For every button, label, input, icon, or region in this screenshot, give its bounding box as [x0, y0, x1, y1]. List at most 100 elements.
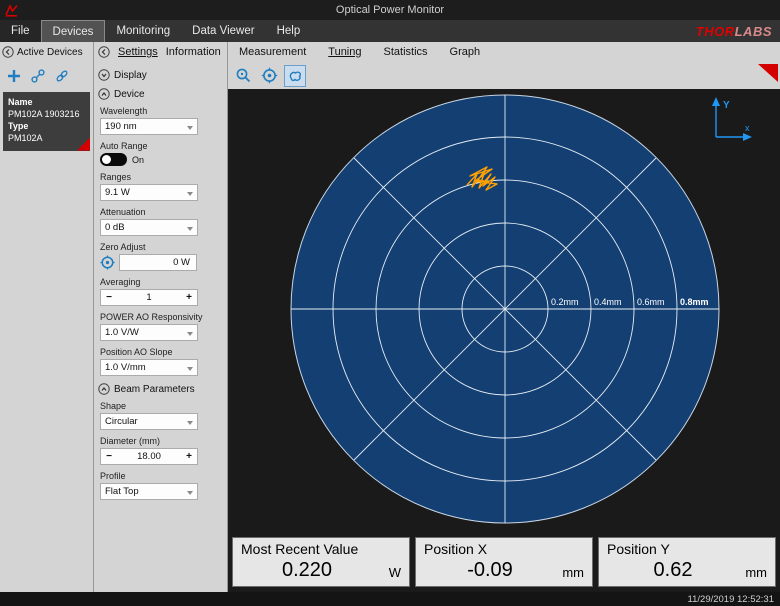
main-tabs: Measurement Tuning Statistics Graph [228, 42, 780, 62]
section-display[interactable]: Display [98, 69, 227, 81]
readout-value: 0.220 [241, 559, 373, 582]
profile-dropdown[interactable]: Flat Top [100, 483, 198, 500]
ring-label-0-6: 0.6mm [637, 297, 665, 307]
active-devices-title: Active Devices [17, 47, 83, 58]
tab-settings[interactable]: Settings [118, 46, 158, 58]
menu-help[interactable]: Help [266, 20, 312, 42]
shape-value: Circular [105, 416, 138, 427]
tab-graph[interactable]: Graph [439, 46, 492, 58]
section-device[interactable]: Device [98, 88, 227, 100]
menu-file[interactable]: File [0, 20, 41, 42]
dropdown-arrow-icon [187, 491, 193, 495]
active-devices-header: Active Devices [0, 42, 93, 62]
attenuation-value: 0 dB [105, 222, 125, 233]
chevron-up-icon [98, 383, 110, 395]
add-device-button[interactable] [6, 68, 22, 84]
auto-range-toggle[interactable] [100, 153, 127, 166]
position-ao-value: 1.0 V/mm [105, 362, 146, 373]
zero-adjust-row: 0 W [100, 254, 227, 271]
ring-label-0-2: 0.2mm [551, 297, 579, 307]
averaging-label: Averaging [100, 277, 227, 287]
axis-x-label: x [745, 123, 750, 133]
attenuation-dropdown[interactable]: 0 dB [100, 219, 198, 236]
beam-position-canvas[interactable]: 0.2mm 0.4mm 0.6mm 0.8mm Y x [228, 89, 780, 534]
dropdown-arrow-icon [187, 192, 193, 196]
window-title: Optical Power Monitor [0, 4, 780, 16]
dropdown-arrow-icon [187, 421, 193, 425]
device-name-label: Name [8, 96, 85, 108]
diameter-increment-button[interactable]: + [181, 451, 197, 462]
ring-label-0-4: 0.4mm [594, 297, 622, 307]
ranges-value: 9.1 W [105, 187, 130, 198]
device-card[interactable]: Name PM102A 1903216 Type PM102A [3, 92, 90, 151]
section-display-label: Display [114, 70, 147, 81]
collapse-settings-icon[interactable] [98, 46, 110, 58]
zero-adjust-icon[interactable] [100, 255, 115, 270]
alert-corner-flag [758, 64, 778, 82]
ranges-dropdown[interactable]: 9.1 W [100, 184, 198, 201]
section-beam-parameters[interactable]: Beam Parameters [98, 383, 227, 395]
averaging-decrement-button[interactable]: − [101, 292, 117, 303]
menu-data-viewer[interactable]: Data Viewer [181, 20, 265, 42]
toggle-knob [102, 155, 111, 164]
attenuation-label: Attenuation [100, 207, 227, 217]
active-devices-panel: Active Devices [0, 42, 94, 592]
dropdown-arrow-icon [187, 332, 193, 336]
section-device-label: Device [114, 89, 145, 100]
readout-unit: mm [556, 565, 584, 582]
auto-range-state: On [132, 155, 144, 165]
lasso-tool-button[interactable] [284, 65, 306, 87]
axis-y-label: Y [723, 100, 730, 111]
tab-information[interactable]: Information [166, 46, 221, 58]
settings-tabs: Settings Information [98, 42, 227, 62]
settings-panel: Settings Information Display Device Wave… [94, 42, 228, 592]
tab-tuning[interactable]: Tuning [317, 46, 372, 58]
auto-range-row: On [100, 153, 227, 166]
dropdown-arrow-icon [187, 126, 193, 130]
shape-dropdown[interactable]: Circular [100, 413, 198, 430]
zero-adjust-value: 0 W [173, 257, 190, 268]
zoom-button[interactable] [232, 65, 254, 87]
diameter-label: Diameter (mm) [100, 436, 227, 446]
readout-position-x: Position X -0.09 mm [415, 537, 593, 587]
center-target-button[interactable] [258, 65, 280, 87]
power-ao-dropdown[interactable]: 1.0 V/W [100, 324, 198, 341]
chevron-down-icon [98, 69, 110, 81]
tab-measurement[interactable]: Measurement [228, 46, 317, 58]
profile-value: Flat Top [105, 486, 139, 497]
auto-range-label: Auto Range [100, 141, 227, 151]
menu-devices[interactable]: Devices [41, 20, 106, 42]
diameter-value: 18.00 [117, 451, 181, 462]
content-area: Active Devices [0, 42, 780, 592]
plot-toolbar [228, 62, 780, 89]
diameter-decrement-button[interactable]: − [101, 451, 117, 462]
zero-adjust-field[interactable]: 0 W [119, 254, 197, 271]
readout-label: Position Y [607, 541, 767, 557]
position-ao-dropdown[interactable]: 1.0 V/mm [100, 359, 198, 376]
titlebar: Optical Power Monitor [0, 0, 780, 20]
readout-bar: Most Recent Value 0.220 W Position X -0.… [228, 534, 780, 592]
logo-thor-text: THOR [696, 24, 735, 39]
daisy-chain-button[interactable] [30, 68, 46, 84]
diameter-stepper: − 18.00 + [100, 448, 198, 465]
device-type-value: PM102A [8, 132, 85, 144]
link-device-icon [55, 69, 69, 83]
menu-monitoring[interactable]: Monitoring [105, 20, 181, 42]
profile-label: Profile [100, 471, 227, 481]
wavelength-label: Wavelength [100, 106, 227, 116]
chevron-up-icon [98, 88, 110, 100]
collapse-panel-icon[interactable] [2, 46, 14, 58]
statusbar: 11/29/2019 12:52:31 [0, 592, 780, 606]
tab-statistics[interactable]: Statistics [373, 46, 439, 58]
averaging-increment-button[interactable]: + [181, 292, 197, 303]
readout-value: 0.62 [607, 559, 739, 582]
device-toolbar [0, 62, 93, 88]
wavelength-dropdown[interactable]: 190 nm [100, 118, 198, 135]
readout-most-recent-value: Most Recent Value 0.220 W [232, 537, 410, 587]
add-device-icon [7, 69, 21, 83]
readout-unit: W [373, 565, 401, 582]
link-device-button[interactable] [54, 68, 70, 84]
section-beam-label: Beam Parameters [114, 384, 195, 395]
readout-label: Position X [424, 541, 584, 557]
ranges-label: Ranges [100, 172, 227, 182]
